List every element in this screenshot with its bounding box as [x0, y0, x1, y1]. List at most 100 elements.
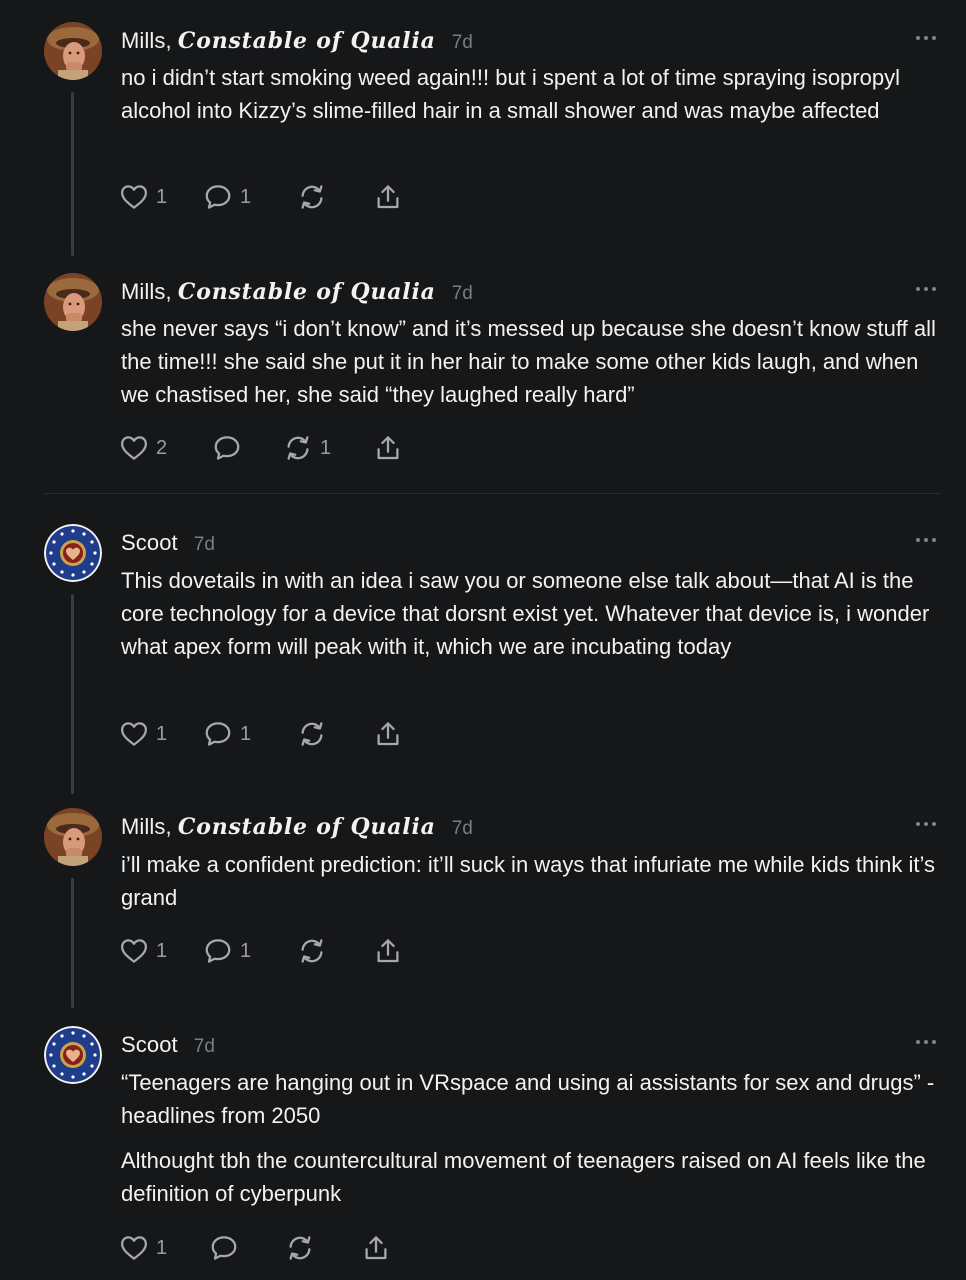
action-bar: 1 1 — [119, 934, 539, 968]
restack-icon — [297, 182, 327, 212]
like-button[interactable]: 1 — [119, 717, 167, 751]
avatar[interactable] — [44, 22, 102, 80]
timestamp[interactable]: 7d — [452, 818, 473, 840]
action-bar: 2 1 — [119, 431, 539, 465]
post-text: no i didn’t start smoking weed again!!! … — [121, 65, 900, 123]
post-header: Mills, Constable of Qualia 7d — [121, 814, 473, 844]
timestamp[interactable]: 7d — [452, 32, 473, 54]
comment-count: 1 — [240, 722, 252, 745]
like-button[interactable]: 1 — [119, 180, 167, 214]
heart-icon — [119, 1233, 149, 1263]
comment-button[interactable]: 1 — [203, 717, 251, 751]
thread-divider — [44, 493, 941, 494]
comment-icon — [212, 433, 242, 463]
author-name-text: Mills, — [121, 814, 178, 839]
author-name-text: Mills, — [121, 279, 178, 304]
comment-icon — [209, 1233, 239, 1263]
author-name[interactable]: Mills, Constable of Qualia — [121, 814, 436, 840]
comment-count: 1 — [240, 185, 252, 208]
post-header: Scoot 7d — [121, 530, 215, 560]
comment-button[interactable] — [209, 1231, 246, 1265]
post-text: This dovetails in with an idea i saw you… — [121, 568, 930, 659]
timestamp[interactable]: 7d — [452, 283, 473, 305]
author-title: Constable of Qualia — [177, 814, 436, 840]
author-name[interactable]: Scoot — [121, 530, 178, 556]
share-icon — [373, 433, 403, 463]
post-body: i’ll make a confident prediction: it’ll … — [121, 848, 943, 914]
avatar[interactable] — [44, 1026, 102, 1084]
restack-button[interactable] — [285, 1231, 322, 1265]
share-icon — [361, 1233, 391, 1263]
comment-button[interactable] — [212, 431, 249, 465]
like-count: 1 — [156, 939, 168, 962]
post-text: “Teenagers are hanging out in VRspace an… — [121, 1070, 935, 1128]
avatar[interactable] — [44, 273, 102, 331]
restack-count: 1 — [320, 436, 332, 459]
restack-icon — [283, 433, 313, 463]
restack-button[interactable]: 1 — [283, 431, 331, 465]
timestamp[interactable]: 7d — [194, 534, 215, 556]
restack-icon — [285, 1233, 315, 1263]
restack-icon — [297, 719, 327, 749]
more-options-icon[interactable] — [916, 1038, 936, 1046]
share-icon — [373, 182, 403, 212]
heart-icon — [119, 433, 149, 463]
action-bar: 1 1 — [119, 717, 539, 751]
thread-line — [71, 878, 74, 1008]
post-header: Mills, Constable of Qualia 7d — [121, 28, 473, 58]
author-name[interactable]: Mills, Constable of Qualia — [121, 28, 436, 54]
post-text: she never says “i don’t know” and it’s m… — [121, 316, 936, 407]
post-header: Mills, Constable of Qualia 7d — [121, 279, 473, 309]
timestamp[interactable]: 7d — [194, 1036, 215, 1058]
post-text: i’ll make a confident prediction: it’ll … — [121, 852, 935, 910]
comment-button[interactable]: 1 — [203, 934, 251, 968]
like-count: 1 — [156, 185, 168, 208]
like-button[interactable]: 1 — [119, 934, 167, 968]
comment-count: 1 — [240, 939, 252, 962]
share-icon — [373, 936, 403, 966]
post-body: she never says “i don’t know” and it’s m… — [121, 312, 943, 411]
like-count: 1 — [156, 1236, 168, 1259]
action-bar: 1 1 — [119, 180, 539, 214]
avatar[interactable] — [44, 808, 102, 866]
heart-icon — [119, 182, 149, 212]
author-title: Constable of Qualia — [177, 28, 436, 54]
like-button[interactable]: 1 — [119, 1231, 167, 1265]
author-name[interactable]: Mills, Constable of Qualia — [121, 279, 436, 305]
author-name[interactable]: Scoot — [121, 1032, 178, 1058]
share-button[interactable] — [373, 180, 403, 214]
like-count: 2 — [156, 436, 168, 459]
comment-button[interactable]: 1 — [203, 180, 251, 214]
author-name-text: Mills, — [121, 28, 178, 53]
share-button[interactable] — [373, 717, 403, 751]
thread-line — [71, 92, 74, 256]
more-options-icon[interactable] — [916, 820, 936, 828]
restack-button[interactable] — [297, 717, 334, 751]
comment-icon — [203, 182, 233, 212]
share-button[interactable] — [373, 431, 403, 465]
restack-button[interactable] — [297, 180, 334, 214]
comment-icon — [203, 719, 233, 749]
author-title: Constable of Qualia — [177, 279, 436, 305]
share-icon — [373, 719, 403, 749]
like-count: 1 — [156, 722, 168, 745]
restack-icon — [297, 936, 327, 966]
share-button[interactable] — [361, 1231, 391, 1265]
avatar[interactable] — [44, 524, 102, 582]
more-options-icon[interactable] — [916, 536, 936, 544]
thread-line — [71, 594, 74, 794]
heart-icon — [119, 719, 149, 749]
more-options-icon[interactable] — [916, 285, 936, 293]
share-button[interactable] — [373, 934, 403, 968]
post-body: This dovetails in with an idea i saw you… — [121, 564, 943, 663]
post-body: “Teenagers are hanging out in VRspace an… — [121, 1066, 943, 1210]
comment-icon — [203, 936, 233, 966]
action-bar: 1 — [119, 1231, 539, 1265]
post-text: Althought tbh the countercultural moveme… — [121, 1148, 926, 1206]
like-button[interactable]: 2 — [119, 431, 167, 465]
restack-button[interactable] — [297, 934, 334, 968]
heart-icon — [119, 936, 149, 966]
post-header: Scoot 7d — [121, 1032, 215, 1062]
more-options-icon[interactable] — [916, 34, 936, 42]
post-body: no i didn’t start smoking weed again!!! … — [121, 61, 943, 127]
